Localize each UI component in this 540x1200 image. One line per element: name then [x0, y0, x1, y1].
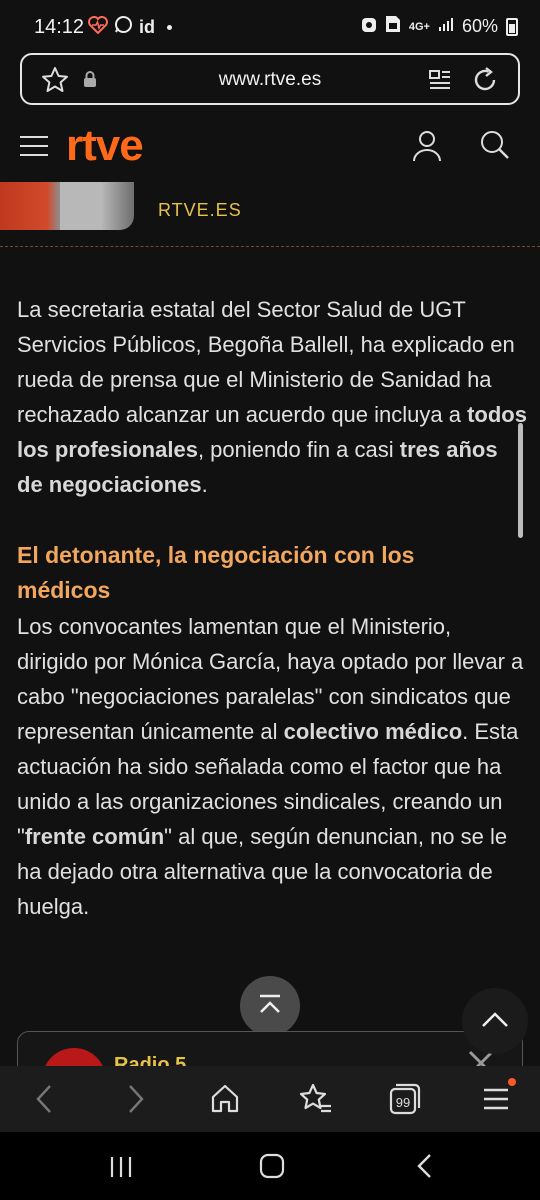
scroll-top-icon — [260, 994, 280, 1013]
hamburger-menu-icon[interactable] — [20, 136, 48, 163]
battery-icon — [506, 17, 518, 36]
site-header: rtve — [0, 112, 540, 182]
alarm-icon — [361, 15, 377, 38]
system-navigation-bar — [0, 1132, 540, 1200]
status-bar: 14:12 id 4G+ 60% — [0, 0, 540, 52]
menu-icon[interactable] — [482, 1082, 510, 1121]
section-heading: El detonante, la negociación con los méd… — [17, 542, 415, 603]
scrollbar[interactable] — [518, 423, 523, 538]
tabs-count: 99 — [396, 1095, 410, 1110]
source-label[interactable]: RTVE.ES — [158, 200, 242, 221]
bold-text: colectivo médico — [283, 719, 463, 744]
browser-bottom-bar: 99 — [0, 1066, 540, 1132]
network-type-icon: 4G+ — [408, 20, 430, 33]
signal-icon — [438, 16, 454, 37]
app-id-icon: id — [139, 16, 155, 37]
article-paragraph-2: Los convocantes lamentan que el Minister… — [17, 609, 527, 924]
tabs-icon[interactable]: 99 — [388, 1082, 422, 1121]
scroll-to-top-button[interactable] — [240, 976, 300, 1036]
whatsapp-icon — [114, 15, 133, 39]
back-icon[interactable] — [30, 1082, 58, 1121]
article-image-thumbnail[interactable] — [0, 182, 134, 230]
reader-mode-icon[interactable] — [428, 68, 452, 97]
reload-icon[interactable] — [470, 65, 500, 100]
health-heart-icon — [88, 15, 108, 39]
notification-dot-icon — [167, 24, 172, 30]
user-account-icon[interactable] — [412, 130, 442, 167]
article-paragraph-1: La secretaria estatal del Sector Salud d… — [17, 292, 527, 502]
home-icon[interactable] — [209, 1082, 241, 1121]
search-icon[interactable] — [480, 130, 510, 165]
chevron-up-icon — [482, 1012, 508, 1027]
bookmarks-icon[interactable] — [297, 1082, 333, 1121]
text-run: La secretaria estatal del Sector Salud d… — [17, 297, 515, 427]
address-bar[interactable]: www.rtve.es — [20, 53, 520, 105]
bold-text: frente común — [24, 824, 165, 849]
home-button-icon[interactable] — [258, 1152, 286, 1185]
sim-card-icon — [385, 15, 401, 38]
back-button-icon[interactable] — [412, 1152, 438, 1185]
divider — [0, 246, 540, 247]
recent-apps-icon[interactable] — [108, 1154, 134, 1185]
text-run: . — [201, 472, 208, 497]
rtve-logo[interactable]: rtve — [66, 121, 144, 171]
forward-icon[interactable] — [122, 1082, 150, 1121]
collapse-toolbar-button[interactable] — [462, 988, 528, 1054]
text-run: , poniendo fin a casi — [197, 437, 400, 462]
status-time: 14:12 — [34, 16, 85, 38]
menu-notification-dot — [508, 1078, 516, 1086]
battery-percent: 60% — [461, 16, 498, 36]
